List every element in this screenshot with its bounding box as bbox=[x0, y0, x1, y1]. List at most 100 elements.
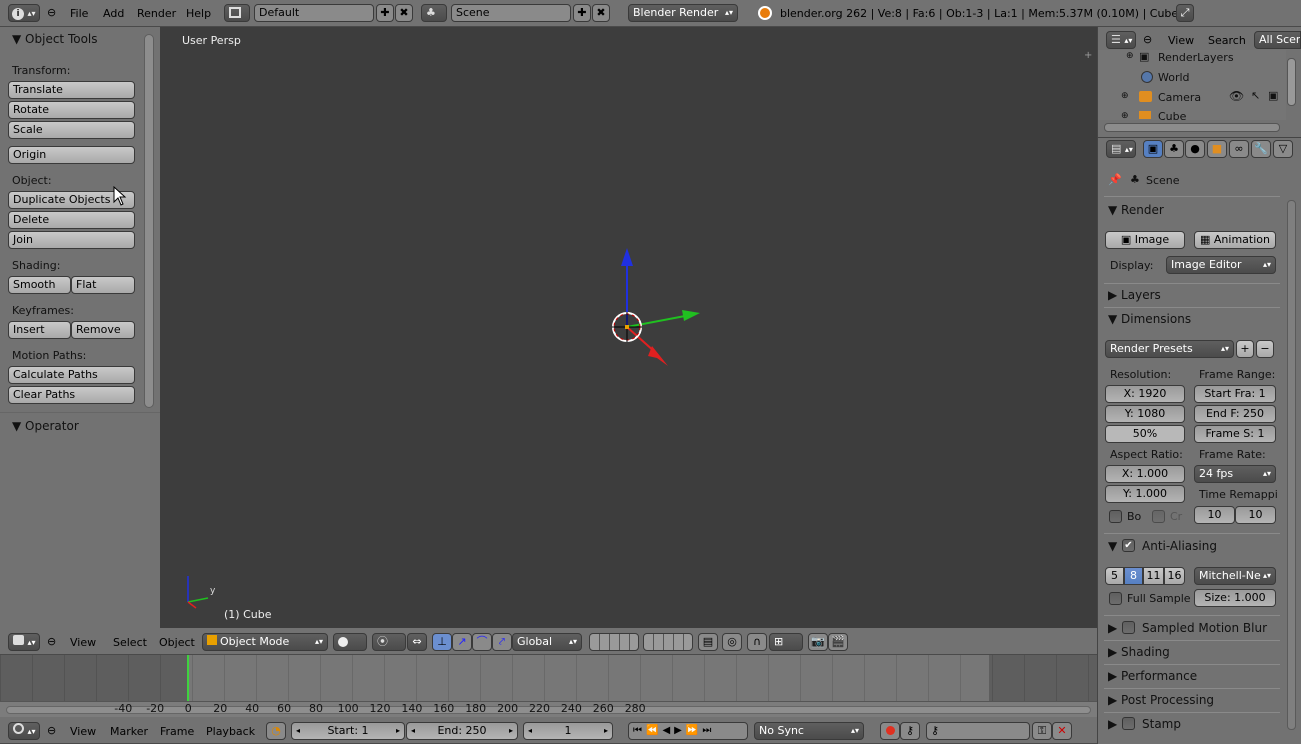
translate-button[interactable]: Translate bbox=[8, 81, 135, 99]
end-frame-field[interactable]: ◂ End: 250 ▸ bbox=[406, 722, 518, 740]
stamp-checkbox[interactable] bbox=[1122, 717, 1135, 730]
view3d-menu-object[interactable]: Object bbox=[159, 636, 195, 650]
fullscreen-button[interactable]: ⤢ bbox=[1176, 4, 1194, 22]
render-panel-header[interactable]: ▼ Render bbox=[1108, 203, 1164, 217]
timeline-menu-playback[interactable]: Playback bbox=[206, 725, 255, 739]
outliner-item-camera[interactable]: Camera bbox=[1158, 91, 1201, 104]
render-engine-select[interactable]: Blender Render ▴▾ bbox=[628, 4, 738, 22]
context-tab-world[interactable]: ● bbox=[1185, 140, 1205, 158]
border-checkbox[interactable] bbox=[1109, 510, 1122, 523]
transform-orientation-select[interactable]: Global ▴▾ bbox=[512, 633, 582, 651]
aa-samples-16[interactable]: 16 bbox=[1164, 567, 1185, 585]
expand-icon[interactable]: ⊕ bbox=[1126, 51, 1134, 61]
motion-blur-panel-header[interactable]: ▶ bbox=[1108, 621, 1117, 635]
full-sample-checkbox[interactable] bbox=[1109, 592, 1122, 605]
manipulator-toggle[interactable]: ⇔ bbox=[407, 633, 427, 651]
properties-editor-type-button[interactable]: ▤ ▴▾ bbox=[1106, 140, 1136, 158]
properties-v-scrollbar[interactable] bbox=[1287, 200, 1296, 730]
outliner-menu-search[interactable]: Search bbox=[1208, 34, 1246, 48]
delete-keyframe-timeline-button[interactable]: ✕ bbox=[1052, 722, 1072, 740]
opengl-animation-button[interactable]: 🎬 bbox=[828, 633, 848, 651]
menu-file[interactable]: File bbox=[70, 7, 88, 21]
playback-controls[interactable]: ⏮⏪◀▶⏩⏭ bbox=[628, 722, 748, 740]
calculate-paths-button[interactable]: Calculate Paths bbox=[8, 366, 135, 384]
snap-toggle-button[interactable]: ∩ bbox=[747, 633, 767, 651]
crop-checkbox[interactable] bbox=[1152, 510, 1165, 523]
context-tab-render[interactable]: ▣ bbox=[1143, 140, 1163, 158]
anti-aliasing-checkbox[interactable]: ✔ bbox=[1122, 539, 1135, 552]
play-icon[interactable]: ▶ bbox=[674, 725, 686, 736]
tool-shelf-scrollbar[interactable] bbox=[144, 34, 154, 408]
menu-render[interactable]: Render bbox=[137, 7, 176, 21]
flat-button[interactable]: Flat bbox=[71, 276, 135, 294]
add-preset-button[interactable]: + bbox=[1236, 340, 1254, 358]
context-tab-data[interactable]: ▽ bbox=[1273, 140, 1293, 158]
frame-rate-select[interactable]: 24 fps ▴▾ bbox=[1194, 465, 1276, 483]
render-presets-select[interactable]: Render Presets ▴▾ bbox=[1105, 340, 1234, 358]
outliner-item-renderlayers[interactable]: RenderLayers bbox=[1158, 51, 1234, 64]
timeline-menu-frame[interactable]: Frame bbox=[160, 725, 194, 739]
proportional-edit-button[interactable]: ◎ bbox=[722, 633, 742, 651]
play-reverse-icon[interactable]: ◀ bbox=[662, 725, 674, 736]
performance-panel-header[interactable]: ▶ Performance bbox=[1108, 669, 1197, 683]
renderable-camera-icon[interactable]: ▣ bbox=[1268, 89, 1278, 102]
rotate-manipulator-button[interactable]: ↗ bbox=[452, 633, 472, 651]
outliner-h-scrollbar[interactable] bbox=[1104, 123, 1280, 132]
visibility-eye-icon[interactable]: 👁 bbox=[1229, 89, 1244, 103]
selectable-cursor-icon[interactable]: ↖ bbox=[1251, 89, 1260, 102]
operator-header[interactable]: ▼ Operator bbox=[12, 419, 79, 433]
context-tab-constraints[interactable]: ∞ bbox=[1229, 140, 1249, 158]
join-button[interactable]: Join bbox=[8, 231, 135, 249]
delete-button[interactable]: Delete bbox=[8, 211, 135, 229]
pin-icon[interactable]: 📌 bbox=[1108, 173, 1122, 186]
aspect-x-field[interactable]: X: 1.000 bbox=[1105, 465, 1185, 483]
expand-icon[interactable]: ⊕ bbox=[1121, 91, 1129, 101]
aspect-y-field[interactable]: Y: 1.000 bbox=[1105, 485, 1185, 503]
anti-aliasing-panel-header[interactable]: ▼ bbox=[1108, 539, 1117, 553]
insert-keyframe-button[interactable]: Insert bbox=[8, 321, 71, 339]
remove-keyframe-button[interactable]: Remove bbox=[71, 321, 135, 339]
aa-samples-5[interactable]: 5 bbox=[1105, 567, 1124, 585]
collapse-menu-icon[interactable]: ⊖ bbox=[47, 724, 56, 738]
transform-gizmo[interactable] bbox=[600, 240, 710, 370]
auto-keying-button[interactable] bbox=[880, 722, 900, 740]
preview-range-button[interactable]: ◔ bbox=[266, 722, 286, 740]
3d-editor-type-button[interactable]: ▴▾ bbox=[8, 633, 40, 651]
render-image-button[interactable]: ▣ Image bbox=[1105, 231, 1185, 249]
delete-scene-button[interactable]: ✖ bbox=[592, 4, 610, 22]
resolution-y-field[interactable]: Y: 1080 bbox=[1105, 405, 1185, 423]
collapse-menu-icon[interactable]: ⊖ bbox=[47, 6, 56, 20]
outliner-menu-view[interactable]: View bbox=[1168, 34, 1194, 48]
remap-new-field[interactable]: 10 bbox=[1235, 506, 1276, 524]
scene-icon-button[interactable]: ♣ bbox=[421, 4, 447, 22]
jump-start-icon[interactable]: ⏮ bbox=[633, 725, 646, 736]
menu-add[interactable]: Add bbox=[103, 7, 124, 21]
current-frame-field[interactable]: ◂ 1 ▸ bbox=[523, 722, 613, 740]
collapse-menu-icon[interactable]: ⊖ bbox=[47, 635, 56, 649]
opengl-render-button[interactable]: 📷 bbox=[808, 633, 828, 651]
smooth-button[interactable]: Smooth bbox=[8, 276, 71, 294]
lock-layers-button[interactable]: ▤ bbox=[698, 633, 718, 651]
current-frame-indicator[interactable] bbox=[187, 655, 189, 701]
scale-tool-button[interactable]: ⤤ bbox=[492, 633, 512, 651]
display-select[interactable]: Image Editor ▴▾ bbox=[1166, 256, 1276, 274]
collapse-menu-icon[interactable]: ⊖ bbox=[1143, 33, 1152, 47]
outliner-editor-type-button[interactable]: ☰ ▴▾ bbox=[1106, 31, 1136, 49]
layers-panel-header[interactable]: ▶ Layers bbox=[1108, 288, 1161, 302]
screen-layout-icon-button[interactable] bbox=[224, 4, 250, 22]
object-tools-header[interactable]: ▼ Object Tools bbox=[12, 32, 98, 46]
keying-set-field[interactable]: ⚷ bbox=[926, 722, 1030, 740]
scale-manipulator-button[interactable]: ⌒ bbox=[472, 633, 492, 651]
resolution-percentage-field[interactable]: 50% bbox=[1105, 425, 1185, 443]
view3d-menu-view[interactable]: View bbox=[70, 636, 96, 650]
dimensions-panel-header[interactable]: ▼ Dimensions bbox=[1108, 312, 1191, 326]
layer-buttons-group-2[interactable] bbox=[643, 633, 693, 651]
remap-old-field[interactable]: 10 bbox=[1194, 506, 1235, 524]
aa-filter-select[interactable]: Mitchell-Ne ▴▾ bbox=[1194, 567, 1276, 585]
filter-size-field[interactable]: Size: 1.000 bbox=[1194, 589, 1276, 607]
post-processing-panel-header[interactable]: ▶ Post Processing bbox=[1108, 693, 1214, 707]
prev-keyframe-icon[interactable]: ⏪ bbox=[646, 725, 662, 736]
timeline-menu-view[interactable]: View bbox=[70, 725, 96, 739]
resolution-x-field[interactable]: X: 1920 bbox=[1105, 385, 1185, 403]
shading-panel-header[interactable]: ▶ Shading bbox=[1108, 645, 1170, 659]
